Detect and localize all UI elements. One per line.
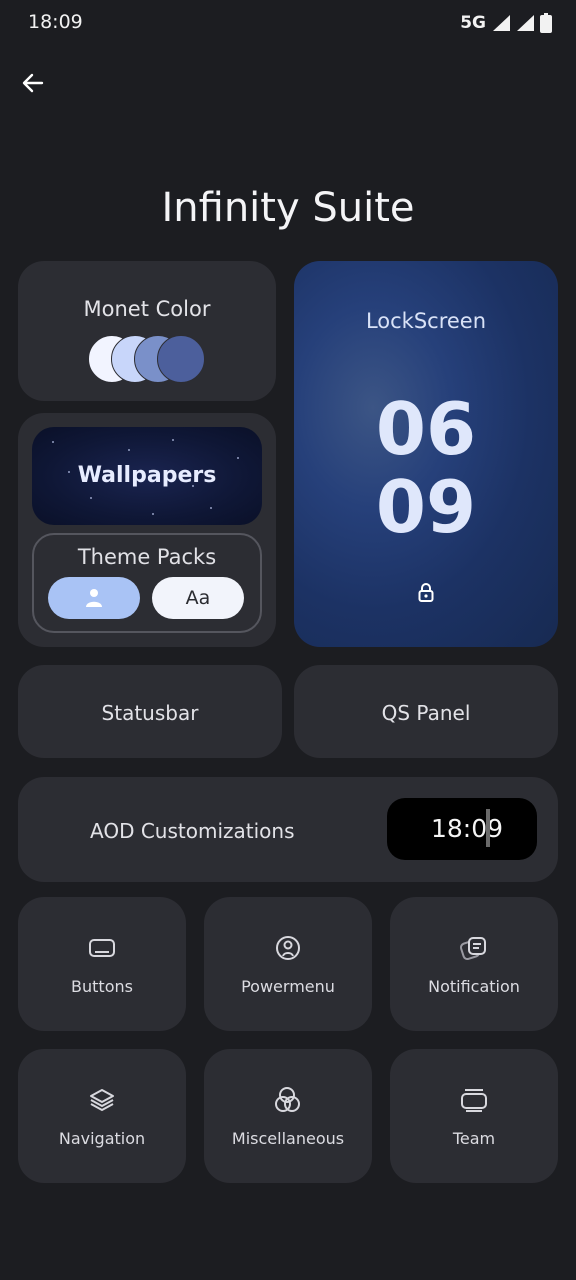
statusbar-label: Statusbar <box>101 701 199 725</box>
navigation-label: Navigation <box>58 1129 146 1148</box>
aod-cursor <box>486 809 490 847</box>
statusbar-button[interactable]: Statusbar <box>18 665 282 758</box>
font-pack-button[interactable]: Aa <box>152 577 244 619</box>
page-title: Infinity Suite <box>161 185 415 231</box>
wallpapers-button[interactable]: Wallpapers <box>32 427 262 525</box>
person-icon <box>86 589 102 607</box>
monet-color-card[interactable]: Monet Color <box>18 261 276 401</box>
swatch-4 <box>157 335 205 383</box>
team-icon <box>456 1085 492 1115</box>
buttons-icon <box>84 933 120 963</box>
qs-panel-label: QS Panel <box>381 701 471 725</box>
notification-icon <box>456 933 492 963</box>
lock-icon <box>418 583 434 602</box>
signal-icon <box>517 15 534 31</box>
aod-time: 18:09 <box>431 814 504 843</box>
network-type: 5G <box>460 13 486 33</box>
battery-icon <box>540 13 552 33</box>
navigation-tile[interactable]: Navigation <box>18 1049 186 1183</box>
powermenu-label: Powermenu <box>241 977 335 996</box>
status-bar: 18:09 5G <box>0 0 576 48</box>
lockscreen-minute: 09 <box>375 465 477 549</box>
theme-card: Wallpapers Theme Packs Aa <box>18 413 276 647</box>
back-arrow-icon <box>22 73 44 93</box>
aod-preview: 18:09 <box>387 798 537 860</box>
power-icon <box>270 933 306 963</box>
back-button[interactable] <box>14 64 52 102</box>
monet-swatches <box>88 335 218 383</box>
circles-icon <box>270 1085 306 1115</box>
aod-customizations-button[interactable]: AOD Customizations 18:09 <box>18 777 558 882</box>
notification-label: Notification <box>428 977 520 996</box>
layers-icon <box>84 1085 120 1115</box>
wallpapers-label: Wallpapers <box>77 463 217 488</box>
buttons-label: Buttons <box>71 977 133 996</box>
signal-icon <box>493 15 510 31</box>
lockscreen-hour: 06 <box>375 387 477 471</box>
theme-packs-panel[interactable]: Theme Packs Aa <box>32 533 262 633</box>
notification-tile[interactable]: Notification <box>390 897 558 1031</box>
lockscreen-title: LockScreen <box>365 309 487 333</box>
buttons-tile[interactable]: Buttons <box>18 897 186 1031</box>
monet-color-title: Monet Color <box>83 297 211 321</box>
qs-panel-button[interactable]: QS Panel <box>294 665 558 758</box>
status-time: 18:09 <box>28 11 83 33</box>
miscellaneous-tile[interactable]: Miscellaneous <box>204 1049 372 1183</box>
lockscreen-card[interactable]: LockScreen 06 09 <box>294 261 558 647</box>
team-tile[interactable]: Team <box>390 1049 558 1183</box>
aod-label: AOD Customizations <box>90 819 295 843</box>
powermenu-tile[interactable]: Powermenu <box>204 897 372 1031</box>
theme-packs-title: Theme Packs <box>77 545 217 569</box>
miscellaneous-label: Miscellaneous <box>231 1129 345 1148</box>
icon-pack-button[interactable] <box>48 577 140 619</box>
status-icons: 5G <box>460 13 552 33</box>
team-label: Team <box>452 1129 496 1148</box>
